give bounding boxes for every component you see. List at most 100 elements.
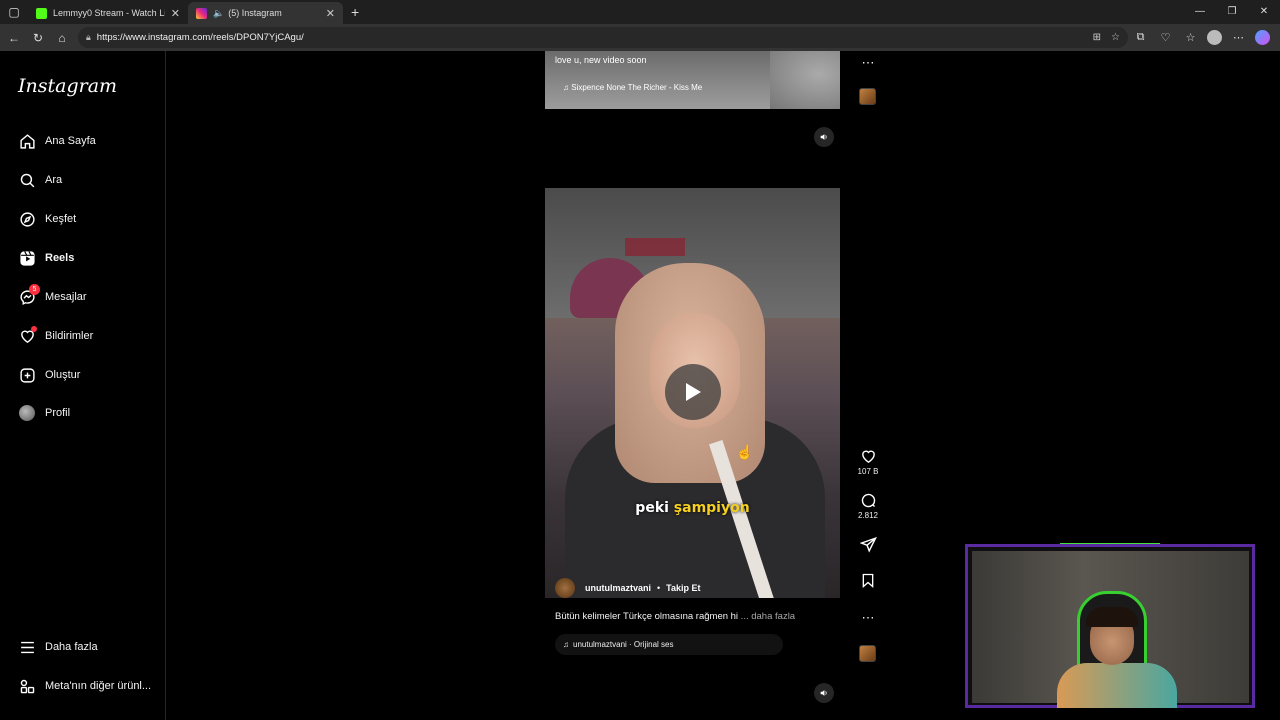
address-bar[interactable]: 🔒︎ https://www.instagram.com/reels/DPON7… — [78, 27, 1128, 48]
speaker-icon — [820, 690, 827, 696]
site-info-icon[interactable]: 🔒︎ — [86, 32, 91, 43]
video-sign — [625, 238, 685, 256]
profile-avatar-icon[interactable] — [1207, 30, 1222, 45]
avatar — [18, 404, 36, 422]
browser-essentials-icon[interactable]: ♡ — [1157, 31, 1174, 44]
restore-icon[interactable]: ❐ — [1216, 0, 1248, 24]
messenger-icon: 5 — [18, 284, 40, 306]
previous-reel-video[interactable]: love u, new video soon ♫ Sixpence None T… — [545, 51, 840, 109]
plus-square-icon — [18, 366, 36, 384]
video-frame — [770, 51, 840, 109]
sidebar-item-notifications[interactable]: Bildirimler — [18, 326, 94, 345]
webcam-overlay — [965, 544, 1255, 708]
back-icon[interactable]: ← — [2, 31, 26, 45]
play-button[interactable] — [665, 364, 721, 420]
compass-icon — [18, 210, 36, 228]
sidebar-item-home[interactable]: Ana Sayfa — [18, 132, 96, 150]
sound-toggle-button[interactable] — [814, 127, 834, 147]
more-options-icon[interactable]: ⋯ — [862, 55, 875, 71]
comment-action[interactable]: 2.812 — [855, 492, 881, 520]
sidebar-item-label: Mesajlar — [45, 291, 87, 303]
sidebar-item-label: Profil — [45, 407, 71, 419]
new-tab-icon[interactable]: + — [351, 4, 359, 20]
comment-count: 2.812 — [857, 511, 879, 520]
app-install-icon[interactable]: ⊞ — [1093, 32, 1101, 43]
webcam-person — [1057, 663, 1177, 708]
audio-name: unutulmaztvani · Orijinal ses — [573, 640, 674, 649]
author-username[interactable]: unutulmaztvani — [585, 583, 651, 593]
browser-tab-bar: ▢ Lemmyy0 Stream - Watch Live on ✕ 🔈 (5)… — [0, 0, 1280, 24]
home-browser-icon[interactable]: ⌂ — [50, 31, 74, 45]
heart-icon — [18, 326, 37, 345]
sidebar-item-search[interactable]: Ara — [18, 171, 62, 189]
music-note-icon: ♫ — [563, 640, 569, 649]
author-avatar[interactable] — [555, 578, 575, 598]
caption-more-link[interactable]: ... daha fazla — [738, 611, 795, 622]
sidebar-item-explore[interactable]: Keşfet — [18, 210, 76, 228]
favorites-icon[interactable]: ☆ — [1182, 31, 1199, 44]
sidebar-item-label: Ana Sayfa — [45, 135, 96, 147]
share-action[interactable] — [855, 536, 881, 553]
reels-icon — [18, 249, 36, 267]
minimize-icon[interactable]: — — [1184, 0, 1216, 24]
copilot-icon[interactable] — [1255, 30, 1270, 45]
play-icon — [686, 383, 701, 401]
more-menu-icon[interactable]: ⋯ — [1230, 31, 1247, 44]
instagram-logo[interactable]: Instagram — [18, 75, 117, 97]
reel-video[interactable]: peki şampiyon unutulmaztvani • Takip Et — [545, 188, 840, 598]
kick-favicon-icon — [36, 7, 47, 19]
instagram-sidebar: Instagram Ana Sayfa Ara Keşfet Reels 5 M… — [0, 51, 166, 720]
sidebar-item-create[interactable]: Oluştur — [18, 366, 80, 384]
tab-instagram[interactable]: 🔈 (5) Instagram ✕ — [188, 2, 343, 24]
notification-dot — [31, 326, 37, 332]
close-window-icon[interactable]: ✕ — [1248, 0, 1280, 24]
reel-audio-link[interactable]: ♫ unutulmaztvani · Orijinal ses — [555, 634, 783, 655]
sidebar-item-profile[interactable]: Profil — [18, 404, 70, 422]
sidebar-item-more[interactable]: Daha fazla — [18, 638, 98, 656]
heart-icon[interactable] — [860, 448, 877, 465]
video-subtitle: peki şampiyon — [545, 500, 840, 516]
sidebar-item-label: Bildirimler — [45, 330, 94, 342]
tab-kick-stream[interactable]: Lemmyy0 Stream - Watch Live on ✕ — [28, 2, 188, 24]
sidebar-item-reels[interactable]: Reels — [18, 249, 74, 267]
reel-more-options[interactable]: ⋯ — [855, 610, 881, 626]
subtitle-text: peki — [635, 500, 674, 516]
tab-actions-icon[interactable]: ▢ — [0, 5, 28, 19]
sidebar-item-label: Keşfet — [45, 213, 77, 225]
like-action[interactable]: 107 B — [855, 448, 881, 476]
sound-toggle-button[interactable] — [814, 683, 834, 703]
more-options-icon[interactable]: ⋯ — [862, 610, 875, 626]
audio-thumbnail[interactable] — [859, 645, 876, 662]
speaker-icon — [820, 134, 827, 140]
save-action[interactable] — [855, 572, 881, 589]
close-tab-icon[interactable]: ✕ — [326, 7, 335, 20]
meta-apps-icon — [18, 677, 36, 695]
reload-icon[interactable]: ↻ — [26, 31, 50, 45]
sidebar-item-label: Meta'nın diğer ürünl... — [45, 680, 152, 692]
separator: • — [657, 583, 661, 593]
reel-caption: Bütün kelimeler Türkçe olmasına rağmen h… — [555, 611, 795, 622]
previous-audio-thumbnail[interactable] — [859, 88, 876, 105]
sidebar-item-label: Oluştur — [45, 369, 81, 381]
webcam-person — [1086, 607, 1138, 627]
mouse-cursor-icon: ☝ — [736, 444, 754, 460]
sidebar-item-meta-apps[interactable]: Meta'nın diğer ürünl... — [18, 677, 151, 695]
instagram-favicon-icon — [196, 7, 207, 19]
messages-badge: 5 — [29, 284, 40, 295]
speaker-icon[interactable]: 🔈 — [213, 8, 224, 19]
close-tab-icon[interactable]: ✕ — [171, 7, 180, 20]
bookmark-icon[interactable] — [860, 572, 876, 589]
previous-reel-more[interactable]: ⋯ — [855, 55, 881, 71]
extensions-icon[interactable]: ⧉ — [1132, 31, 1149, 44]
reel-author: unutulmaztvani • Takip Et — [555, 578, 701, 598]
sidebar-item-messages[interactable]: 5 Mesajlar — [18, 284, 87, 306]
webcam-feed — [972, 551, 1249, 708]
previous-reel-caption: love u, new video soon — [555, 55, 647, 65]
favorite-star-icon[interactable]: ☆ — [1111, 32, 1120, 43]
sidebar-item-label: Ara — [45, 174, 63, 186]
share-icon[interactable] — [859, 536, 877, 553]
follow-button[interactable]: Takip Et — [666, 583, 700, 593]
tab-title: Lemmyy0 Stream - Watch Live on — [53, 8, 165, 18]
comment-icon[interactable] — [860, 492, 877, 509]
sidebar-item-label: Reels — [45, 252, 75, 264]
